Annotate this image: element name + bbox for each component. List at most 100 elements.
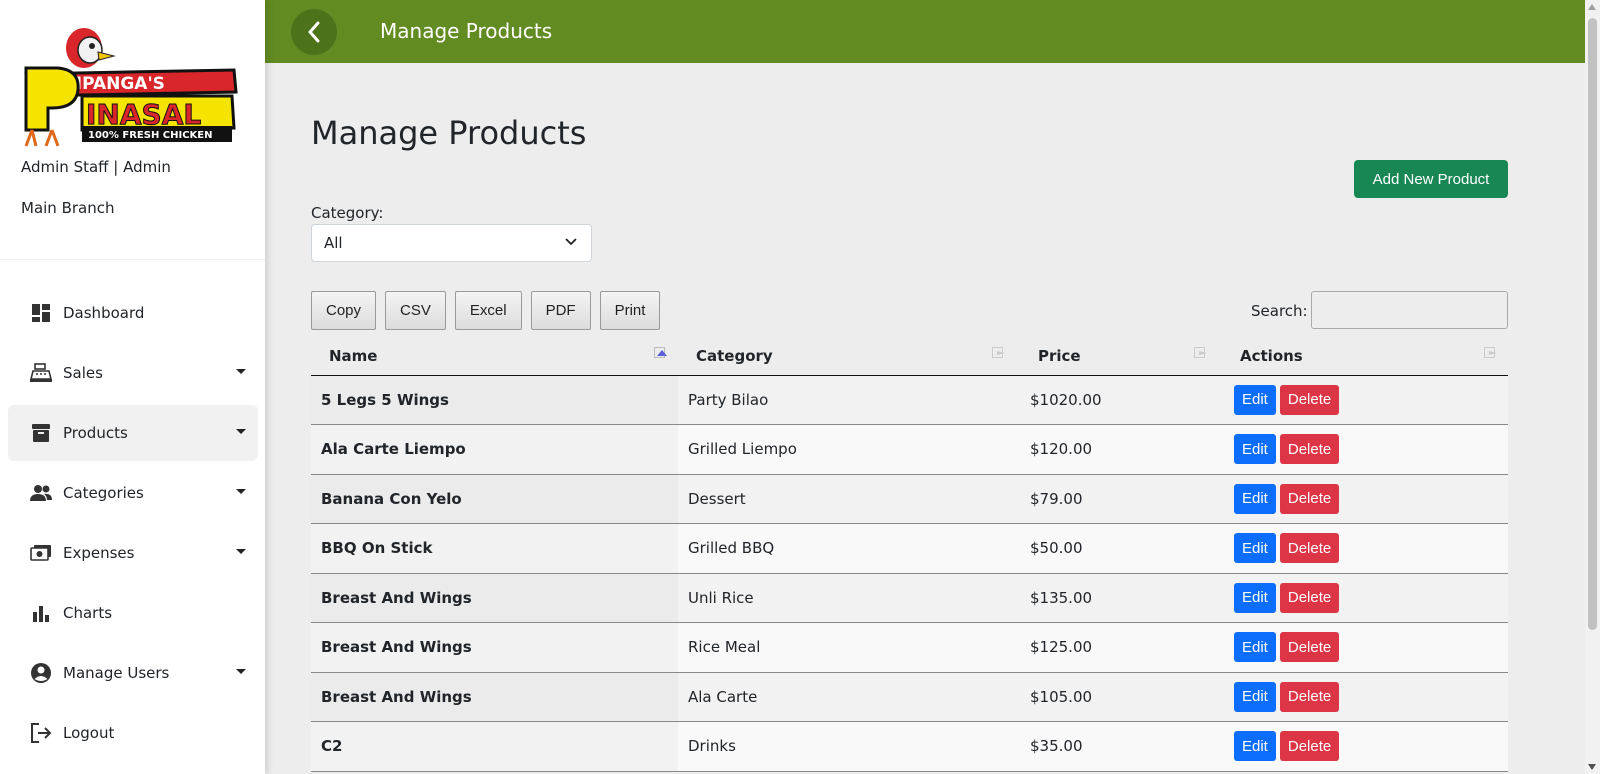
sidebar-divider [0, 259, 265, 260]
category-select[interactable]: All [311, 224, 592, 262]
sidebar-item-charts[interactable]: Charts [8, 585, 258, 641]
cash-register-icon [30, 362, 52, 384]
column-header-name[interactable]: Name [311, 337, 678, 376]
sidebar-item-label: Products [63, 424, 128, 442]
sidebar-item-label: Expenses [63, 544, 135, 562]
pampangas-pinasal-logo: AMPANGA'S INASAL 100% FRESH CHICKEN [24, 28, 238, 147]
user-circle-icon [30, 662, 52, 684]
table-header-row: Name Category Price Actions [311, 337, 1508, 376]
edit-button[interactable]: Edit [1234, 582, 1276, 613]
sidebar-item-categories[interactable]: Categories [8, 465, 258, 521]
sidebar-item-products[interactable]: Products [8, 405, 258, 461]
category-select-value: All [324, 234, 343, 252]
table-row: Breast And Wings Rice Meal $125.00 Edit D… [311, 622, 1508, 673]
delete-button[interactable]: Delete [1279, 681, 1340, 712]
back-button[interactable] [291, 9, 337, 55]
scroll-thumb[interactable] [1588, 18, 1597, 630]
sort-icon [1484, 347, 1497, 358]
edit-button[interactable]: Edit [1234, 483, 1276, 514]
product-name: Breast And Wings [311, 622, 678, 673]
column-header-price[interactable]: Price [1016, 337, 1218, 376]
row-actions: Edit Delete [1218, 573, 1508, 623]
row-actions: Edit Delete [1218, 375, 1508, 425]
edit-button[interactable]: Edit [1234, 533, 1276, 564]
csv-button[interactable]: CSV [385, 291, 446, 330]
product-price: $1020.00 [1016, 375, 1218, 425]
sidebar-item-dashboard[interactable]: Dashboard [8, 285, 258, 341]
product-price: $120.00 [1016, 424, 1218, 475]
delete-button[interactable]: Delete [1279, 434, 1340, 465]
product-category: Grilled BBQ [678, 523, 1016, 574]
edit-button[interactable]: Edit [1234, 632, 1276, 663]
product-name: Breast And Wings [311, 573, 678, 623]
column-header-category[interactable]: Category [678, 337, 1016, 376]
product-name: Ala Carte Liempo [311, 424, 678, 475]
table-row: 5 Legs 5 Wings Party Bilao $1020.00 Edit… [311, 375, 1508, 425]
sort-icon [992, 347, 1005, 358]
category-filter-label: Category: [311, 204, 384, 222]
row-actions: Edit Delete [1218, 672, 1508, 722]
product-name: Banana Con Yelo [311, 474, 678, 524]
delete-button[interactable]: Delete [1279, 632, 1340, 663]
sidebar-item-label: Logout [63, 724, 115, 742]
chevron-down-icon [565, 238, 577, 246]
chevron-down-icon [236, 669, 246, 674]
row-actions: Edit Delete [1218, 523, 1508, 574]
sort-ascending-icon [654, 347, 667, 358]
people-icon [30, 482, 52, 504]
page-scrollbar[interactable] [1585, 0, 1600, 774]
edit-button[interactable]: Edit [1234, 681, 1276, 712]
product-category: Drinks [678, 721, 1016, 772]
column-header-actions[interactable]: Actions [1218, 337, 1508, 376]
product-name: C2 [311, 721, 678, 772]
edit-button[interactable]: Edit [1234, 731, 1276, 762]
edit-button[interactable]: Edit [1234, 384, 1276, 415]
product-price: $105.00 [1016, 672, 1218, 722]
scroll-up-arrow[interactable] [1588, 4, 1596, 10]
chevron-down-icon [236, 429, 246, 434]
search-label: Search: [1251, 302, 1308, 320]
logout-icon [30, 722, 52, 744]
sidebar: AMPANGA'S INASAL 100% FRESH CHICKEN Admi… [0, 0, 265, 774]
print-button[interactable]: Print [599, 291, 661, 330]
export-buttons: Copy CSV Excel PDF Print [311, 291, 669, 330]
product-name: 5 Legs 5 Wings [311, 375, 678, 425]
excel-button[interactable]: Excel [454, 291, 522, 330]
product-price: $79.00 [1016, 474, 1218, 524]
user-info: Admin Staff | Admin [21, 158, 171, 176]
sidebar-item-logout[interactable]: Logout [8, 705, 258, 761]
sidebar-item-manage-users[interactable]: Manage Users [8, 645, 258, 701]
chevron-down-icon [236, 549, 246, 554]
sidebar-item-label: Categories [63, 484, 144, 502]
sidebar-nav: Dashboard Sales Products Categories Expe… [8, 285, 258, 765]
table-row: Breast And Wings Unli Rice $135.00 Edit D… [311, 573, 1508, 623]
product-category: Party Bilao [678, 375, 1016, 425]
delete-button[interactable]: Delete [1279, 582, 1340, 613]
chevron-down-icon [236, 489, 246, 494]
product-price: $35.00 [1016, 721, 1218, 772]
sidebar-item-label: Charts [63, 604, 113, 622]
money-icon [30, 542, 52, 564]
scroll-down-arrow[interactable] [1588, 764, 1596, 770]
svg-text:100% FRESH CHICKEN: 100% FRESH CHICKEN [88, 130, 213, 141]
delete-button[interactable]: Delete [1279, 483, 1340, 514]
add-new-product-button[interactable]: Add New Product [1354, 160, 1508, 198]
edit-button[interactable]: Edit [1234, 434, 1276, 465]
product-name: Breast And Wings [311, 672, 678, 722]
delete-button[interactable]: Delete [1279, 533, 1340, 564]
archive-box-icon [30, 422, 52, 444]
product-price: $135.00 [1016, 573, 1218, 623]
sidebar-item-expenses[interactable]: Expenses [8, 525, 258, 581]
delete-button[interactable]: Delete [1279, 384, 1340, 415]
topbar-title: Manage Products [380, 19, 553, 43]
pdf-button[interactable]: PDF [530, 291, 591, 330]
delete-button[interactable]: Delete [1279, 731, 1340, 762]
search-input[interactable] [1311, 291, 1508, 329]
sidebar-item-label: Dashboard [63, 304, 145, 322]
product-category: Rice Meal [678, 622, 1016, 673]
sidebar-item-sales[interactable]: Sales [8, 345, 258, 401]
table-row: Banana Con Yelo Dessert $79.00 Edit Delet… [311, 474, 1508, 524]
copy-button[interactable]: Copy [311, 291, 377, 330]
row-actions: Edit Delete [1218, 474, 1508, 524]
branch-info: Main Branch [21, 199, 115, 217]
